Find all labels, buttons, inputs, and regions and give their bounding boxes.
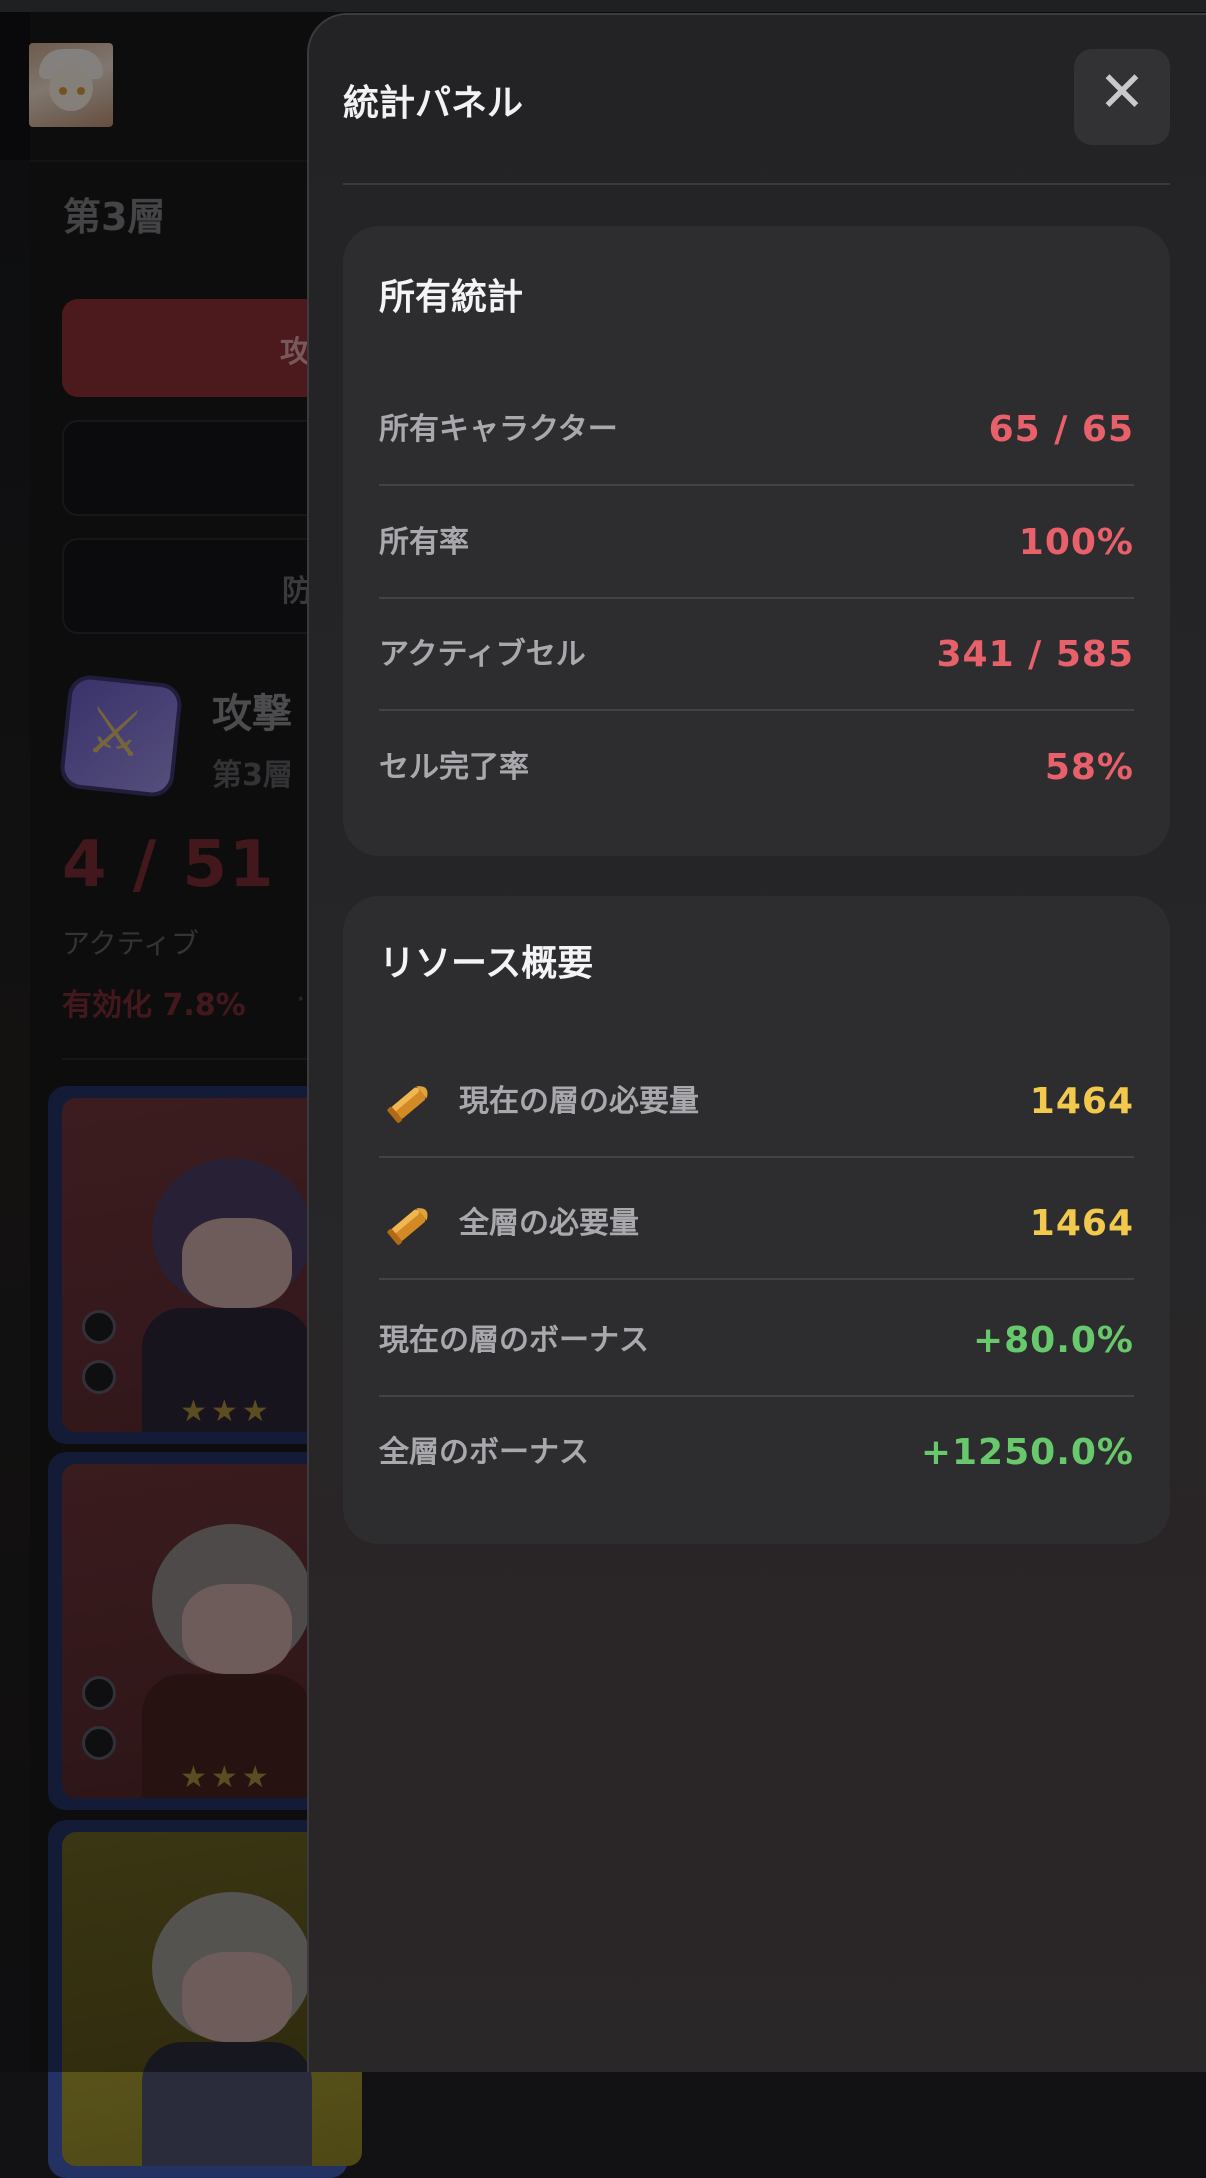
stat-value: 100%: [1018, 522, 1134, 563]
resource-row-current-layer-required: 現在の層の必要量 1464: [379, 1046, 1134, 1158]
section-title: 所有統計: [379, 277, 524, 318]
ownership-stats-section: 所有統計 所有キャラクター 65 / 65 所有率 100% アクティブセル 3…: [343, 226, 1170, 856]
resource-value: +80.0%: [972, 1320, 1134, 1361]
stat-label: 所有率: [379, 525, 469, 560]
resource-label: 全層の必要量: [459, 1206, 639, 1241]
resource-label: 現在の層のボーナス: [379, 1323, 649, 1358]
stat-value: 58%: [1044, 747, 1134, 788]
stat-row-cell-completion: セル完了率 58%: [379, 712, 1134, 824]
ammo-icon: [387, 1086, 428, 1123]
stat-label: 所有キャラクター: [379, 412, 618, 447]
close-button[interactable]: ✕: [1074, 49, 1170, 145]
stat-row-active-cells: アクティブセル 341 / 585: [379, 599, 1134, 711]
panel-title: 統計パネル: [343, 83, 524, 124]
resource-value: 1464: [1029, 1081, 1134, 1122]
stat-value: 65 / 65: [988, 409, 1134, 450]
section-title: リソース概要: [379, 943, 594, 984]
stat-row-owned-characters: 所有キャラクター 65 / 65: [379, 374, 1134, 486]
ammo-icon: [387, 1208, 428, 1245]
resource-value: +1250.0%: [920, 1432, 1134, 1473]
panel-divider: [343, 183, 1170, 185]
stat-row-ownership-rate: 所有率 100%: [379, 487, 1134, 599]
close-icon: ✕: [1098, 60, 1146, 125]
stat-label: アクティブセル: [379, 637, 586, 672]
resource-row-all-layers-bonus: 全層のボーナス +1250.0%: [379, 1397, 1134, 1509]
resource-value: 1464: [1029, 1203, 1134, 1244]
resource-row-all-layers-required: 全層の必要量 1464: [379, 1168, 1134, 1280]
resource-summary-section: リソース概要 現在の層の必要量 1464 全層の必要量 1464 現在の層のボー…: [343, 896, 1170, 1544]
resource-label: 全層のボーナス: [379, 1435, 589, 1470]
resource-row-current-layer-bonus: 現在の層のボーナス +80.0%: [379, 1285, 1134, 1397]
stat-label: セル完了率: [379, 750, 529, 785]
resource-label: 現在の層の必要量: [459, 1084, 699, 1119]
stat-value: 341 / 585: [936, 634, 1134, 675]
